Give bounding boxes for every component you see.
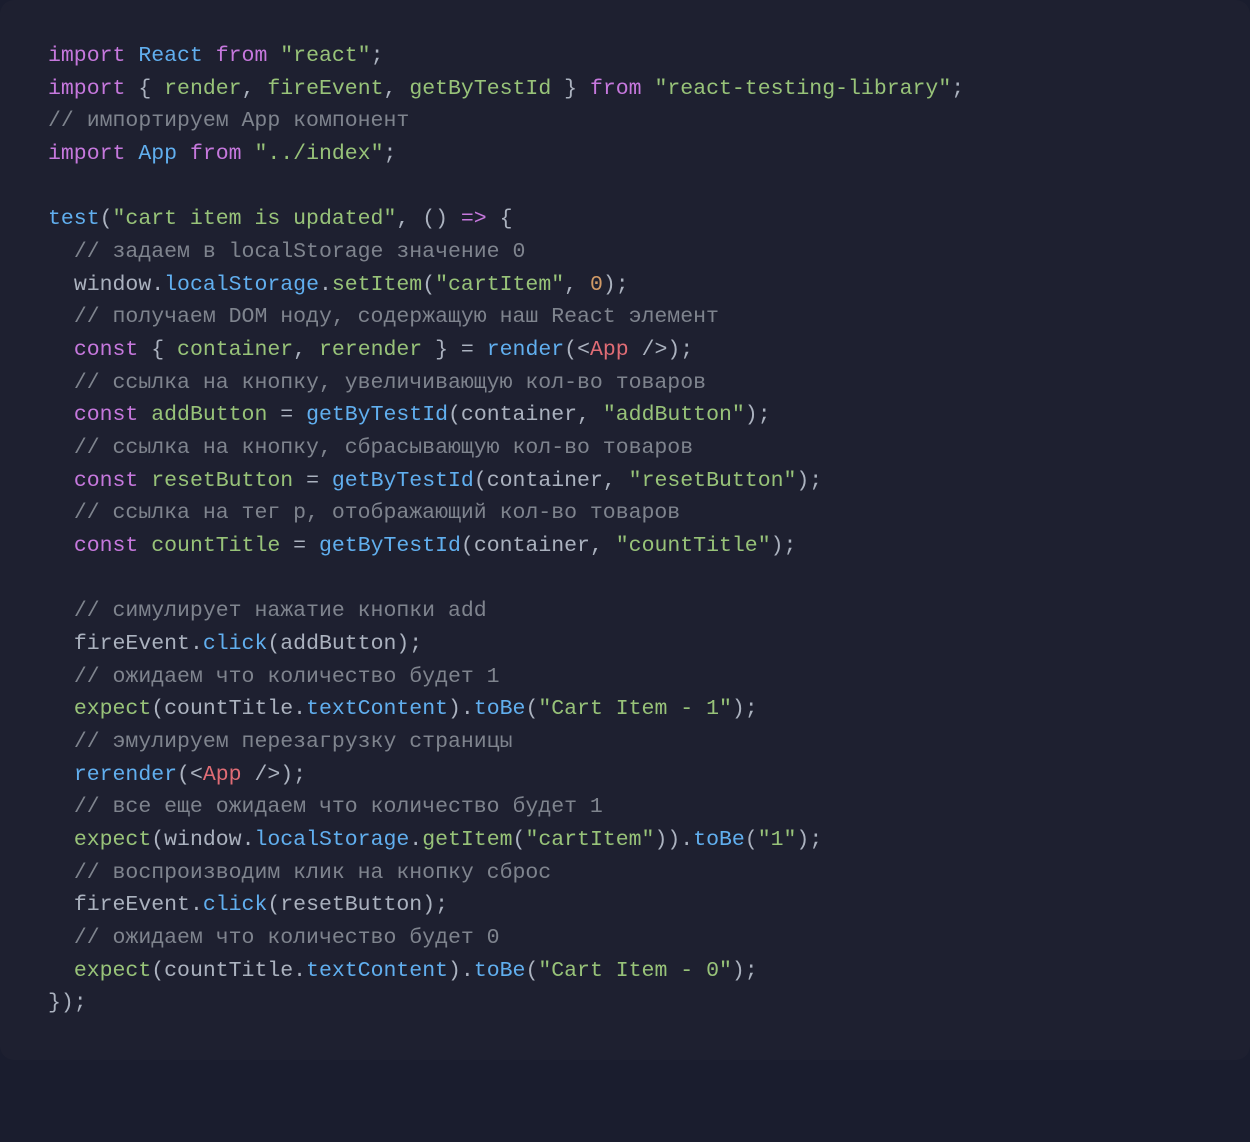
code-line: // ссылка на кнопку, сбрасывающую кол-во… — [48, 436, 693, 460]
code-line: fireEvent.click(resetButton); — [48, 893, 448, 917]
code-line: const addButton = getByTestId(container,… — [48, 403, 771, 427]
code-block: import React from "react"; import { rend… — [0, 0, 1250, 1060]
code-line: // импортируем App компонент — [48, 109, 409, 133]
code-line: window.localStorage.setItem("cartItem", … — [48, 273, 629, 297]
code-line: // задаем в localStorage значение 0 — [48, 240, 525, 264]
code-line: // ожидаем что количество будет 0 — [48, 926, 500, 950]
code-line: const { container, rerender } = render(<… — [48, 338, 693, 362]
code-line: import React from "react"; — [48, 44, 384, 68]
code-line: // ссылка на тег p, отображающий кол-во … — [48, 501, 680, 525]
code-line: const countTitle = getByTestId(container… — [48, 534, 796, 558]
code-line: }); — [48, 991, 87, 1015]
code-line: test("cart item is updated", () => { — [48, 207, 513, 231]
code-line: const resetButton = getByTestId(containe… — [48, 469, 822, 493]
code-line: // эмулируем перезагрузку страницы — [48, 730, 512, 754]
code-line: expect(countTitle.textContent).toBe("Car… — [48, 959, 758, 983]
code-line: fireEvent.click(addButton); — [48, 632, 422, 656]
code-line: // воспроизводим клик на кнопку сброс — [48, 861, 551, 885]
code-line: expect(window.localStorage.getItem("cart… — [48, 828, 822, 852]
code-line: // ожидаем что количество будет 1 — [48, 665, 500, 689]
code-line: rerender(<App />); — [48, 763, 306, 787]
code-line: // все еще ожидаем что количество будет … — [48, 795, 603, 819]
code-line: // симулирует нажатие кнопки add — [48, 599, 487, 623]
code-line: expect(countTitle.textContent).toBe("Car… — [48, 697, 758, 721]
code-line: import App from "../index"; — [48, 142, 396, 166]
code-line: // получаем DOM ноду, содержащую наш Rea… — [48, 305, 719, 329]
code-line: import { render, fireEvent, getByTestId … — [48, 77, 964, 101]
code-line: // ссылка на кнопку, увеличивающую кол-в… — [48, 371, 706, 395]
